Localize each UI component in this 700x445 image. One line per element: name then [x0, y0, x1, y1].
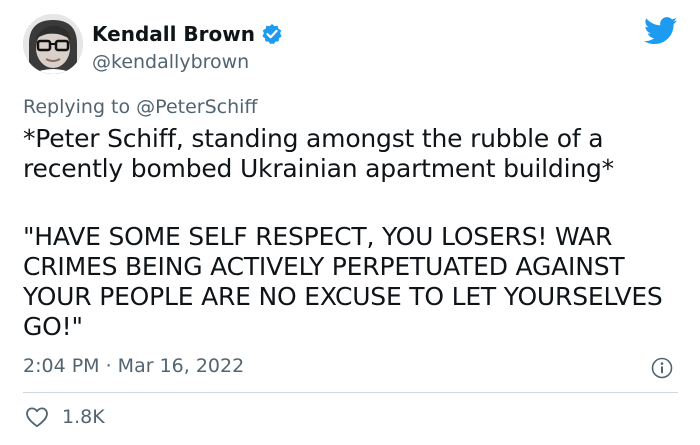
replying-to-label: Replying to: [23, 96, 131, 118]
author-display-name[interactable]: Kendall Brown: [92, 22, 255, 46]
like-count: 1.8K: [62, 406, 105, 428]
twitter-bird-icon[interactable]: [644, 17, 678, 45]
tweet-timestamp[interactable]: 2:04 PM · Mar 16, 2022: [23, 354, 244, 378]
replying-to: Replying to @PeterSchiff: [23, 95, 258, 119]
tweet-paragraph-2: "HAVE SOME SELF RESPECT, YOU LOSERS! WAR…: [23, 222, 663, 341]
tweet-card: Kendall Brown @kendallybrown Replying to…: [0, 0, 700, 445]
reply-mention-link[interactable]: @PeterSchiff: [136, 96, 257, 118]
author-name-line: Kendall Brown: [92, 22, 283, 46]
tweet-paragraph-1: *Peter Schiff, standing amongst the rubb…: [23, 124, 614, 183]
verified-badge-icon: [261, 23, 283, 45]
avatar[interactable]: [23, 14, 83, 74]
tweet-body: *Peter Schiff, standing amongst the rubb…: [23, 124, 683, 342]
like-button[interactable]: 1.8K: [25, 405, 105, 429]
author-handle[interactable]: @kendallybrown: [92, 50, 249, 74]
divider: [23, 392, 678, 393]
heart-icon[interactable]: [25, 406, 49, 428]
info-icon[interactable]: [651, 357, 673, 379]
